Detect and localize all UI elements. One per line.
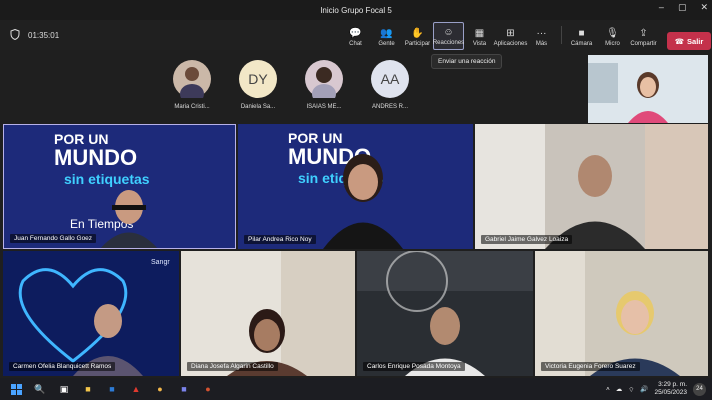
smile-icon: ☺: [443, 27, 454, 38]
system-clock[interactable]: 3:29 p. m. 25/05/2023: [654, 381, 687, 397]
search-icon[interactable]: 🔍: [32, 381, 48, 397]
participant-label: Juan Fernando Gallo Goez: [10, 234, 97, 243]
participant-avatar[interactable]: AA ANDRES R...: [368, 60, 412, 110]
network-icon[interactable]: ⌔: [628, 385, 634, 394]
chat-button[interactable]: 💬 Chat: [340, 22, 371, 50]
outlook-icon[interactable]: ■: [104, 381, 120, 397]
reactions-tooltip: Enviar una reacción: [431, 54, 503, 69]
grid-icon: ▦: [474, 28, 485, 39]
chevron-up-icon[interactable]: ˄: [606, 386, 610, 393]
meeting-toolbar: 01:35:01 💬 Chat 👥 Gente ✋ Participar ☺ Reacc…: [0, 20, 712, 50]
participant-avatar[interactable]: ISAIAS ME...: [302, 60, 346, 110]
participant-name: Maria Cristi...: [174, 104, 210, 110]
view-button[interactable]: ▦ Vista: [464, 22, 495, 50]
video-tile[interactable]: Gabriel Jaime Galvez Loaiza: [475, 124, 708, 249]
banner-text: MUNDO: [54, 145, 138, 170]
minimize-button[interactable]: –: [659, 2, 664, 13]
avatar: AA: [371, 60, 409, 98]
participant-label: Victoria Eugenia Forero Suarez: [541, 362, 640, 371]
task-view-icon[interactable]: ▣: [56, 381, 72, 397]
windows-start-icon[interactable]: [8, 381, 24, 397]
leave-button[interactable]: ☎ Salir: [667, 32, 711, 50]
video-tile[interactable]: Victoria Eugenia Forero Suarez: [535, 251, 708, 376]
reactions-button[interactable]: ☺ Reacciones: [433, 22, 464, 50]
share-button[interactable]: ⇪ Compartir: [628, 22, 659, 50]
teams-icon[interactable]: ■: [176, 381, 192, 397]
notification-badge[interactable]: 24: [693, 382, 706, 396]
participant-name: ANDRES R...: [371, 104, 408, 110]
video-tile[interactable]: Carlos Enrique Posada Montoya: [357, 251, 533, 376]
video-tile[interactable]: Sangr Carmen Ofelia Blanquicett Ramos: [3, 251, 179, 376]
participant-label: Gabriel Jaime Galvez Loaiza: [481, 235, 573, 244]
participants-row: Maria Cristi... DY Daniela Sa... ISAIAS …: [170, 60, 412, 110]
call-timer: 01:35:01: [28, 30, 60, 40]
close-button[interactable]: ✕: [700, 2, 708, 13]
file-explorer-icon[interactable]: ■: [80, 381, 96, 397]
background-text: Sangr: [151, 259, 170, 266]
hand-icon: ✋: [411, 28, 424, 39]
maximize-button[interactable]: ▢: [678, 2, 687, 13]
apps-button[interactable]: ⊞ Aplicaciones: [494, 22, 528, 50]
raise-hand-button[interactable]: ✋ Participar: [402, 22, 433, 50]
avatar: [305, 60, 343, 98]
participant-avatar[interactable]: DY Daniela Sa...: [236, 60, 280, 110]
participant-label: Carmen Ofelia Blanquicett Ramos: [9, 362, 116, 371]
plus-icon: ⊞: [506, 28, 515, 39]
chat-icon: 💬: [349, 28, 362, 39]
participant-label: Pilar Andrea Rico Noy: [244, 235, 316, 244]
participant-name: Daniela Sa...: [240, 104, 276, 110]
video-tile[interactable]: Diana Josefa Algarin Castillo: [181, 251, 355, 376]
powerpoint-icon[interactable]: ●: [200, 381, 216, 397]
phone-hangup-icon: ☎: [674, 36, 685, 46]
avatar: [173, 60, 211, 98]
self-view-video[interactable]: [588, 55, 708, 123]
participant-avatar[interactable]: Maria Cristi...: [170, 60, 214, 110]
participant-label: Diana Josefa Algarin Castillo: [187, 362, 278, 371]
cloud-icon[interactable]: ☁: [616, 385, 623, 393]
windows-taskbar: 🔍 ▣ ■ ■ ▲ ● ■ ● ˄ ☁ ⌔ 🔊 3:29 p. m. 25/05…: [0, 378, 712, 400]
more-icon: ···: [536, 28, 547, 39]
video-tile[interactable]: POR UN MUNDO sin etiquetas En Tiempos Ju…: [3, 124, 236, 249]
volume-icon[interactable]: 🔊: [640, 385, 648, 393]
avatar: DY: [239, 60, 277, 98]
people-button[interactable]: 👥 Gente: [371, 22, 402, 50]
window-title: Inicio Grupo Focal 5: [320, 5, 392, 15]
people-icon: 👥: [380, 28, 393, 39]
mic-button[interactable]: 🎙 Micro: [597, 22, 628, 50]
share-icon: ⇪: [639, 28, 648, 39]
participant-label: Carlos Enrique Posada Montoya: [363, 362, 465, 371]
title-bar: Inicio Grupo Focal 5 – ▢ ✕: [0, 0, 712, 20]
camera-button[interactable]: ■ Cámara: [566, 22, 597, 50]
mic-off-icon: 🎙: [606, 28, 619, 39]
more-button[interactable]: ··· Más: [526, 22, 557, 50]
acrobat-icon[interactable]: ▲: [128, 381, 144, 397]
video-tile[interactable]: POR UN MUNDO sin etiquetas Pilar Andrea …: [238, 124, 473, 249]
shield-icon[interactable]: [10, 28, 20, 42]
chrome-icon[interactable]: ●: [152, 381, 168, 397]
camera-icon: ■: [578, 28, 585, 39]
participant-name: ISAIAS ME...: [306, 104, 342, 110]
